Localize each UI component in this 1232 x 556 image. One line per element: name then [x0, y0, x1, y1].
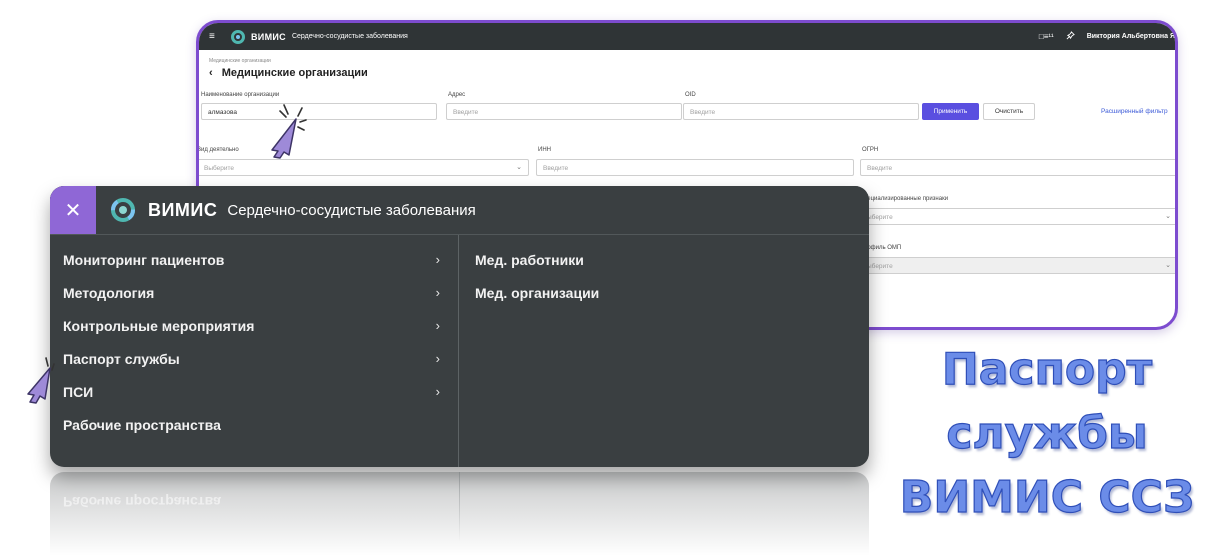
activity-select[interactable]: Выберите ⌄ [199, 159, 529, 176]
breadcrumb[interactable]: Медицинские организации [209, 58, 1165, 64]
org-name-label: Наименование организации [201, 92, 280, 98]
vimis-logo-icon [110, 197, 136, 223]
chevron-down-icon: ⌄ [1165, 262, 1171, 269]
back-icon[interactable]: ‹ [209, 67, 213, 79]
caption-line-3: ВИМИС ССЗ [899, 471, 1195, 523]
menu-item-workspaces[interactable]: Рабочие пространства [50, 408, 458, 441]
menu-item-label: Мониторинг пациентов [63, 251, 225, 268]
page-title-text: Медицинские организации [221, 67, 368, 79]
menu-item-label: Паспорт службы [63, 350, 180, 367]
menu-item-monitoring[interactable]: Мониторинг пациентов › [50, 243, 458, 276]
chevron-down-icon: ⌄ [516, 164, 522, 171]
chevron-down-icon: ⌄ [1165, 213, 1171, 220]
clear-button[interactable]: Очистить [983, 103, 1035, 120]
chevron-right-icon: › [435, 351, 440, 366]
ogrn-label: ОГРН [862, 147, 879, 153]
menu-item-control-activities[interactable]: Контрольные мероприятия › [50, 309, 458, 342]
vimis-logo-icon [231, 29, 245, 44]
app-subtitle: Сердечно-сосудистые заболевания [291, 33, 408, 40]
menu-item-methodology[interactable]: Методология › [50, 276, 458, 309]
submenu-item-label: Мед. работники [475, 251, 584, 268]
chevron-right-icon: › [435, 318, 440, 333]
menu-item-psi[interactable]: ПСИ › [50, 375, 458, 408]
menu-brand: ВИМИС [148, 199, 218, 220]
menu-item-label: Контрольные мероприятия [63, 317, 255, 334]
menu-item-label: Методология [63, 284, 155, 301]
oid-label: OID [685, 92, 696, 98]
omp-profile-placeholder: ыберите [867, 263, 893, 270]
hamburger-menu-icon[interactable]: ≡ [209, 31, 231, 42]
activity-select-placeholder: Выберите [204, 165, 235, 172]
pin-icon[interactable] [1066, 31, 1075, 42]
inn-label: ИНН [538, 147, 551, 153]
page-title: ‹ Медицинские организации [209, 67, 1165, 79]
address-field[interactable]: Введите [446, 103, 682, 120]
submenu-item-label: Мед. организации [475, 284, 600, 301]
menu-header: ✕ ВИМИС Сердечно-сосудистые заболевания [50, 186, 869, 234]
caption-line-2: службы [946, 407, 1148, 459]
special-attrs-label: пециализированные признаки [864, 196, 949, 202]
menu-primary-list: Мониторинг пациентов › Методология › Кон… [50, 235, 459, 467]
special-attrs-select[interactable]: ыберите ⌄ [860, 208, 1175, 225]
app-brand: ВИМИС [251, 31, 286, 42]
reflection-divider [459, 472, 460, 542]
menu-submenu-list: Мед. работники Мед. организации [459, 235, 869, 467]
menu-item-label: Рабочие пространства [63, 416, 221, 433]
address-label: Адрес [448, 92, 466, 98]
reflection-text: Рабочие пространства [63, 494, 221, 510]
menu-item-service-passport[interactable]: Паспорт службы › [50, 342, 458, 375]
activity-label: Вид деятельно [197, 147, 239, 153]
menu-reflection: Рабочие пространства [50, 472, 869, 556]
chevron-right-icon: › [435, 252, 440, 267]
chevron-right-icon: › [435, 285, 440, 300]
oid-field[interactable]: Введите [683, 103, 919, 120]
special-attrs-placeholder: ыберите [867, 214, 893, 221]
notifications-icon[interactable]: □≡¹¹ [1039, 32, 1054, 41]
chevron-right-icon: › [435, 384, 440, 399]
navigation-menu: ✕ ВИМИС Сердечно-сосудистые заболевания … [50, 186, 869, 467]
app-topbar: ≡ ВИМИС Сердечно-сосудистые заболевания … [199, 23, 1175, 50]
ogrn-field[interactable]: Введите [860, 159, 1175, 176]
submenu-item-med-workers[interactable]: Мед. работники [459, 243, 869, 276]
inn-field[interactable]: Введите [536, 159, 854, 176]
omp-profile-select[interactable]: ыберите ⌄ [860, 257, 1175, 274]
click-cursor-icon [258, 100, 328, 165]
close-icon[interactable]: ✕ [50, 186, 96, 234]
omp-profile-label: рофиль ОМП [864, 245, 902, 251]
apply-button[interactable]: Применить [922, 103, 979, 120]
caption-line-1: Паспорт [941, 343, 1153, 395]
submenu-item-med-organizations[interactable]: Мед. организации [459, 276, 869, 309]
advanced-filter-link[interactable]: Расширенный фильтр [1101, 108, 1168, 115]
click-cursor-icon [20, 354, 80, 411]
user-name[interactable]: Виктория Альбертовна Я [1087, 33, 1175, 40]
promo-caption: Паспорт службы ВИМИС ССЗ [872, 338, 1222, 530]
menu-subtitle: Сердечно-сосудистые заболевания [227, 201, 476, 219]
